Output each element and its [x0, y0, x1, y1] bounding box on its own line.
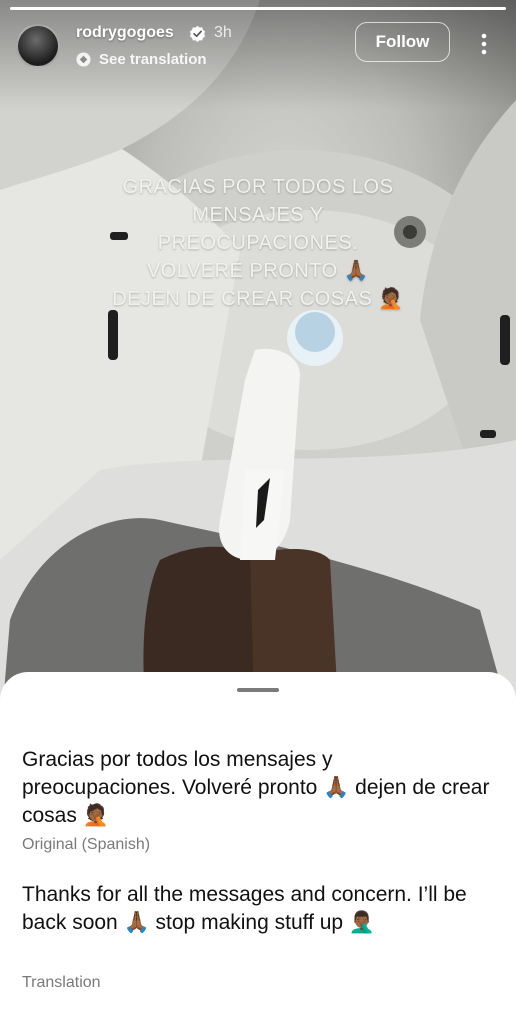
story-caption: GRACIAS POR TODOS LOS MENSAJES Y PREOCUP… — [60, 173, 456, 313]
translated-text: Thanks for all the messages and concern.… — [22, 883, 467, 934]
story-photo — [0, 0, 516, 740]
caption-line: DEJEN DE CREAR COSAS 🤦🏾 — [112, 288, 404, 310]
story-progress-fill — [10, 7, 506, 10]
story-header: rodrygogoes 3h See translation Follow — [0, 14, 516, 78]
username[interactable]: rodrygogoes — [76, 24, 174, 42]
story-media[interactable] — [0, 0, 516, 740]
sheet-drag-handle[interactable] — [237, 688, 279, 692]
more-options-icon[interactable] — [474, 32, 494, 56]
story-progress-bar — [10, 7, 506, 10]
caption-line: PREOCUPACIONES. — [157, 232, 359, 254]
caption-line: MENSAJES Y — [192, 204, 324, 226]
translation-label: Translation — [22, 974, 101, 991]
translation-sheet: Gracias por todos los mensajes y preocup… — [0, 672, 516, 1024]
follow-button[interactable]: Follow — [355, 22, 450, 62]
see-translation-link[interactable]: See translation — [76, 49, 207, 69]
verified-badge-icon — [189, 25, 206, 42]
translate-icon — [76, 51, 91, 67]
avatar[interactable] — [16, 24, 60, 68]
see-translation-label: See translation — [99, 50, 207, 68]
original-language-label: Original (Spanish) — [22, 836, 151, 853]
story-timestamp: 3h — [214, 24, 232, 41]
caption-line: VOLVERÉ PRONTO 🙏🏾 — [146, 260, 370, 282]
caption-line: GRACIAS POR TODOS LOS — [122, 176, 394, 198]
original-text: Gracias por todos los mensajes y preocup… — [22, 748, 490, 827]
